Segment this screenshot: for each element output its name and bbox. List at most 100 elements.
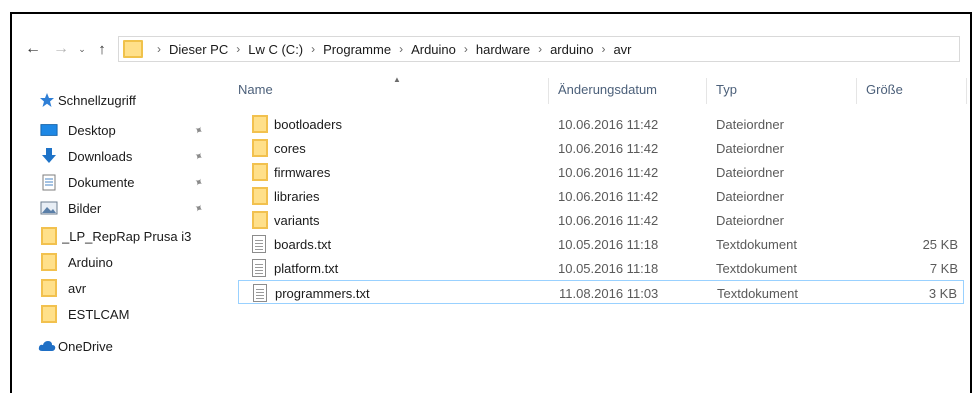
folder-icon [252,139,268,157]
breadcrumb-separator[interactable]: › [601,42,605,56]
back-arrow-icon[interactable]: ← [22,38,44,60]
breadcrumb-item-drive-c[interactable]: Lw C (C:) [248,42,303,57]
file-size: 7 KB [929,261,958,276]
file-row-platform-txt[interactable]: platform.txt 10.05.2016 11:18 Textdokume… [238,256,964,280]
file-name: platform.txt [274,261,339,276]
breadcrumb-item-avr[interactable]: avr [613,42,631,57]
column-divider[interactable] [548,78,549,104]
column-divider[interactable] [966,78,967,104]
download-arrow-icon [40,148,58,164]
breadcrumb-separator[interactable]: › [311,42,315,56]
file-type: Dateiordner [716,189,784,204]
sidebar-item-avr[interactable]: avr [12,276,220,300]
file-name: bootloaders [274,117,342,132]
breadcrumb-separator[interactable]: › [538,42,542,56]
file-type: Textdokument [717,286,798,301]
column-divider[interactable] [856,78,857,104]
file-date: 10.06.2016 11:42 [558,213,659,228]
cloud-icon [38,338,56,354]
sidebar-item-label: ESTLCAM [68,306,130,322]
desktop-icon [40,122,58,138]
file-row-variants[interactable]: variants 10.06.2016 11:42 Dateiordner [238,208,964,232]
navigation-bar: ← → ⌄ ↑ › Dieser PC › Lw C (C:) › Progra… [12,36,970,62]
folder-icon [252,163,268,181]
file-name: boards.txt [274,237,332,252]
column-header-date[interactable]: Änderungsdatum [558,82,657,97]
file-type: Textdokument [716,261,797,276]
file-name: variants [274,213,320,228]
column-header-type[interactable]: Typ [716,82,737,97]
sidebar-item-estlcam[interactable]: ESTLCAM [12,302,220,326]
folder-icon [40,279,58,297]
folder-icon [40,253,58,271]
file-list: ▲ Name Änderungsdatum Typ Größe bootload… [226,74,970,394]
folder-icon [40,305,58,323]
sidebar-item-desktop[interactable]: Desktop ✦ [12,118,220,142]
file-type: Dateiordner [716,165,784,180]
file-row-cores[interactable]: cores 10.06.2016 11:42 Dateiordner [238,136,964,160]
address-bar[interactable]: › Dieser PC › Lw C (C:) › Programme › Ar… [118,36,960,62]
file-type: Textdokument [716,237,797,252]
breadcrumb-item-hardware[interactable]: hardware [476,42,530,57]
sidebar-item-label: Schnellzugriff [58,92,136,108]
sidebar-item-dokumente[interactable]: Dokumente ✦ [12,170,220,194]
forward-arrow-icon[interactable]: → [50,38,72,60]
text-file-icon [252,235,266,253]
file-date: 10.06.2016 11:42 [558,165,659,180]
sort-ascending-icon: ▲ [393,75,401,84]
file-name: programmers.txt [275,286,370,301]
sidebar-item-onedrive[interactable]: OneDrive [12,334,220,358]
folder-icon [252,211,268,229]
sidebar-item-arduino[interactable]: Arduino [12,250,220,274]
breadcrumb-separator[interactable]: › [399,42,403,56]
breadcrumb-separator[interactable]: › [236,42,240,56]
breadcrumb-separator[interactable]: › [157,42,161,56]
file-date: 10.06.2016 11:42 [558,117,659,132]
column-header-row: ▲ Name Änderungsdatum Typ Größe [226,74,970,104]
file-row-boards-txt[interactable]: boards.txt 10.05.2016 11:18 Textdokument… [238,232,964,256]
breadcrumb-item-arduino[interactable]: Arduino [411,42,456,57]
file-name: libraries [274,189,320,204]
sidebar-item-label: _LP_RepRap Prusa i3 [62,228,192,244]
column-divider[interactable] [706,78,707,104]
file-size: 25 KB [922,237,958,252]
file-date: 10.06.2016 11:42 [558,189,659,204]
breadcrumb-separator[interactable]: › [464,42,468,56]
file-date: 11.08.2016 11:03 [559,286,659,301]
text-file-icon [253,284,267,302]
file-row-firmwares[interactable]: firmwares 10.06.2016 11:42 Dateiordner [238,160,964,184]
sidebar-item-lp-reprap[interactable]: _LP_RepRap Prusa i3 [12,224,220,248]
sidebar-item-downloads[interactable]: Downloads ✦ [12,144,220,168]
breadcrumb-item-programme[interactable]: Programme [323,42,391,57]
column-header-size[interactable]: Größe [866,82,903,97]
sidebar-item-schnellzugriff[interactable]: Schnellzugriff [12,88,220,112]
file-explorer-window: ← → ⌄ ↑ › Dieser PC › Lw C (C:) › Progra… [10,12,972,393]
sidebar-item-label: Arduino [68,254,113,270]
pictures-icon [40,200,58,216]
file-date: 10.05.2016 11:18 [558,261,659,276]
recent-locations-chevron-icon[interactable]: ⌄ [74,38,90,60]
file-type: Dateiordner [716,141,784,156]
document-icon [40,174,58,190]
breadcrumb-item-arduino-sub[interactable]: arduino [550,42,593,57]
folder-icon [40,227,58,245]
address-folder-icon [123,40,143,58]
breadcrumb-item-dieser-pc[interactable]: Dieser PC [169,42,228,57]
navigation-pane: Schnellzugriff Desktop ✦ Downloads ✦ Dok… [12,78,220,398]
file-type: Dateiordner [716,117,784,132]
file-row-libraries[interactable]: libraries 10.06.2016 11:42 Dateiordner [238,184,964,208]
folder-icon [252,115,268,133]
file-row-programmers-txt[interactable]: programmers.txt 11.08.2016 11:03 Textdok… [238,280,964,304]
sidebar-item-label: avr [68,280,87,296]
file-type: Dateiordner [716,213,784,228]
file-date: 10.05.2016 11:18 [558,237,659,252]
sidebar-item-label: OneDrive [58,338,113,354]
file-name: cores [274,141,306,156]
sidebar-item-bilder[interactable]: Bilder ✦ [12,196,220,220]
folder-icon [252,187,268,205]
up-arrow-icon[interactable]: ↑ [92,38,112,60]
column-header-name[interactable]: Name [238,82,273,97]
file-name: firmwares [274,165,331,180]
text-file-icon [252,259,266,277]
file-row-bootloaders[interactable]: bootloaders 10.06.2016 11:42 Dateiordner [238,112,964,136]
